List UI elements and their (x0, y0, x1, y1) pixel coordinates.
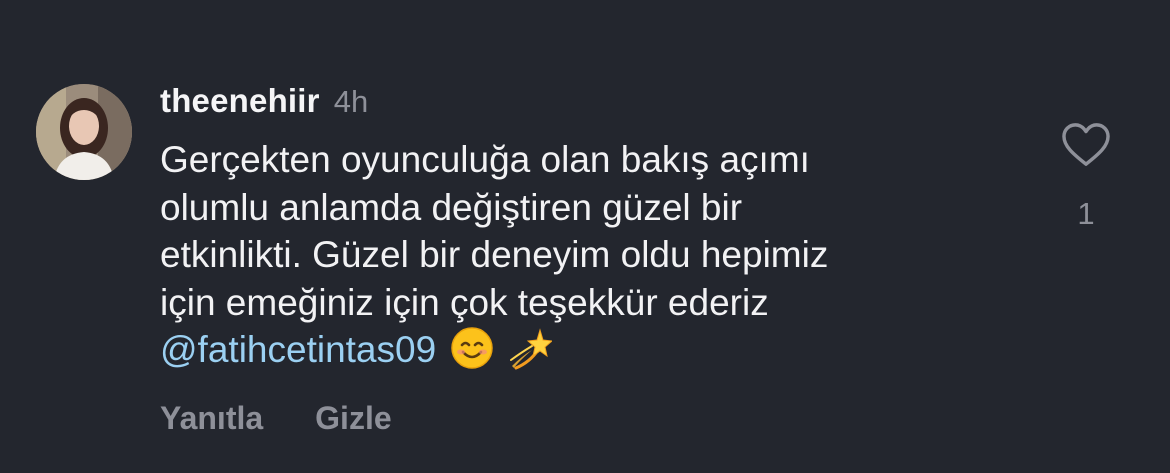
smiling-face-icon (450, 326, 494, 370)
comment-text-line: Gerçekten oyunculuğa olan bakış açımı (160, 139, 810, 180)
mention-link[interactable]: @fatihcetintas09 (160, 329, 436, 370)
timestamp: 4h (333, 84, 369, 119)
heart-icon[interactable] (1060, 122, 1112, 168)
like-button[interactable]: 1 (1058, 122, 1114, 232)
dizzy-star-icon (508, 326, 553, 370)
comment-text-line: için emeğiniz için çok teşekkür ederiz (160, 281, 769, 323)
avatar[interactable] (36, 84, 132, 180)
comment-meta: theenehiir 4h (160, 82, 1020, 122)
comment-text-line: etkinlikti. Güzel bir deneyim oldu hepim… (160, 234, 829, 275)
username[interactable]: theenehiir (160, 82, 320, 120)
like-count: 1 (1077, 196, 1095, 231)
comment-text-line: olumlu anlamda değiştiren güzel bir (160, 186, 743, 228)
comment-text: Gerçekten oyunculuğa olan bakış açımı ol… (160, 136, 980, 374)
comment-text-line: @fatihcetintas09 (160, 326, 980, 374)
reply-button[interactable]: Yanıtla (160, 400, 263, 437)
comment-actions: Yanıtla Gizle (160, 400, 392, 437)
comment-item: theenehiir 4h Gerçekten oyunculuğa olan … (0, 0, 1170, 473)
comment-content: theenehiir 4h Gerçekten oyunculuğa olan … (160, 82, 1020, 374)
hide-button[interactable]: Gizle (315, 400, 391, 437)
avatar-image (36, 84, 132, 180)
